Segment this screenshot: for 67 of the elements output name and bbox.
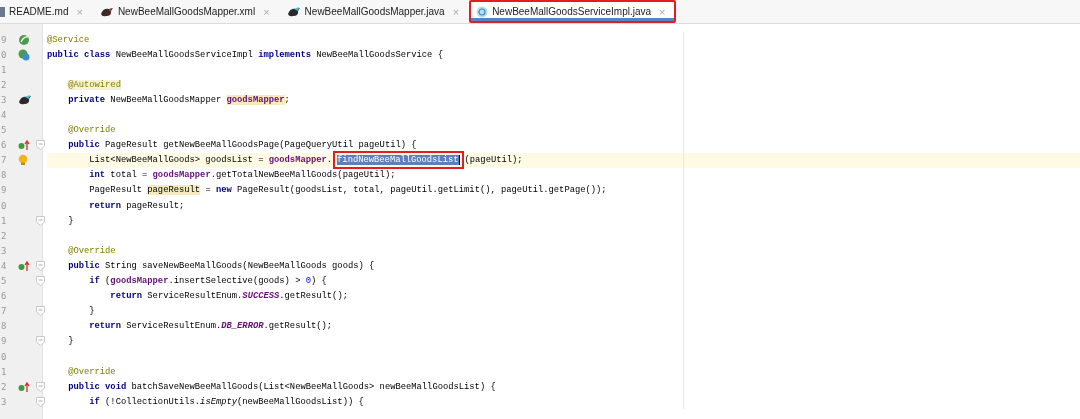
bird-icon: [286, 5, 301, 18]
class-icon: [476, 5, 489, 18]
code-line: @Service: [47, 34, 90, 45]
code-line: }: [67, 215, 74, 226]
line-number: 7: [0, 155, 8, 166]
line-number: 9: [0, 185, 8, 196]
fold-icon[interactable]: [36, 336, 45, 347]
line-number: 1: [0, 215, 8, 226]
fold-icon[interactable]: [36, 276, 45, 287]
line-number: 0: [0, 200, 8, 211]
line-number: 3: [0, 245, 8, 256]
line-number: 4: [0, 110, 8, 120]
code-line: int total = goodsMapper.getTotalNewBeeMallGoods(pageUtil);: [88, 170, 396, 181]
editor-tab[interactable]: NewBeeMallGoodsMapper.java ×: [279, 0, 470, 23]
editor-tab[interactable]: README.md ×: [0, 0, 93, 23]
line-number: 3: [0, 396, 8, 407]
code-line: @Override: [67, 125, 116, 136]
editor-tab[interactable]: NewBeeMallGoodsMapper.xml ×: [92, 0, 280, 23]
line-number: 1: [0, 366, 8, 377]
bean-icon: [18, 48, 30, 61]
line-number: 6: [0, 140, 8, 151]
bird-icon: [99, 5, 114, 18]
line-number: 3: [0, 94, 8, 105]
fold-icon[interactable]: [36, 306, 45, 317]
line-number: 2: [0, 381, 8, 392]
code-line: public void batchSaveNewBeeMallGoods(List<NewBeeMallGoods> newBeeMallGoodsList) {: [67, 381, 496, 392]
line-number: 4: [0, 260, 8, 271]
lightbulb-icon: [18, 154, 28, 167]
code-line: private NewBeeMallGoodsMapper goodsMapper;: [67, 94, 290, 105]
code-line: public class NewBeeMallGoodsServiceImpl implements NewBeeMallGoodsService {: [47, 49, 443, 60]
code-line: if (goodsMapper.insertSelective(goods) > 0) {: [88, 276, 327, 287]
override-icon: [18, 259, 30, 272]
fold-icon[interactable]: [36, 260, 45, 271]
line-number: 0: [0, 49, 8, 60]
line-number: 8: [0, 321, 8, 332]
fold-icon[interactable]: [36, 381, 45, 392]
line-number: 6: [0, 291, 8, 302]
bean-icon: [18, 33, 30, 46]
code-line: public PageResult getNewBeeMallGoodsPage(PageQueryUtil pageUtil) {: [67, 140, 417, 151]
line-number: 8: [0, 170, 8, 181]
override-icon: [18, 380, 30, 393]
fold-icon[interactable]: [36, 215, 45, 226]
code-line: if (!CollectionUtils.isEmpty(newBeeMallGoodsList)) {: [88, 396, 364, 407]
code-line: return pageResult;: [88, 200, 185, 211]
line-number: 2: [0, 79, 8, 90]
code-line: @Override: [67, 366, 116, 377]
line-number: 7: [0, 306, 8, 317]
bird-icon: [18, 93, 32, 106]
code-line: }: [88, 306, 95, 317]
line-number: 9: [0, 336, 8, 347]
code-line: return ServiceResultEnum.SUCCESS.getResult();: [109, 291, 348, 302]
code-line: return ServiceResultEnum.DB_ERROR.getResult();: [88, 321, 333, 332]
editor-tab[interactable]: NewBeeMallGoodsServiceImpl.java ×: [469, 0, 676, 23]
line-number: 0: [0, 351, 8, 362]
line-number: 5: [0, 125, 8, 136]
line-number: 5: [0, 276, 8, 287]
code-line: PageResult pageResult = new PageResult(goodsList, total, pageUtil.getLimit(), pageUtil.getPage());: [88, 185, 607, 196]
fold-icon[interactable]: [36, 396, 45, 407]
override-icon: [18, 139, 30, 152]
code-line: }: [67, 336, 74, 347]
code-line: @Override: [67, 245, 116, 256]
fold-icon[interactable]: [36, 140, 45, 151]
line-number: 2: [0, 230, 8, 241]
code-line: List<NewBeeMallGoods> goodsList = goodsMapper. findNewBeeMallGoodsList (pageUtil);: [88, 155, 523, 166]
line-number: 1: [0, 64, 8, 75]
line-number: 9: [0, 34, 8, 45]
code-line: public String saveNewBeeMallGoods(NewBeeMallGoods goods) {: [67, 260, 375, 271]
